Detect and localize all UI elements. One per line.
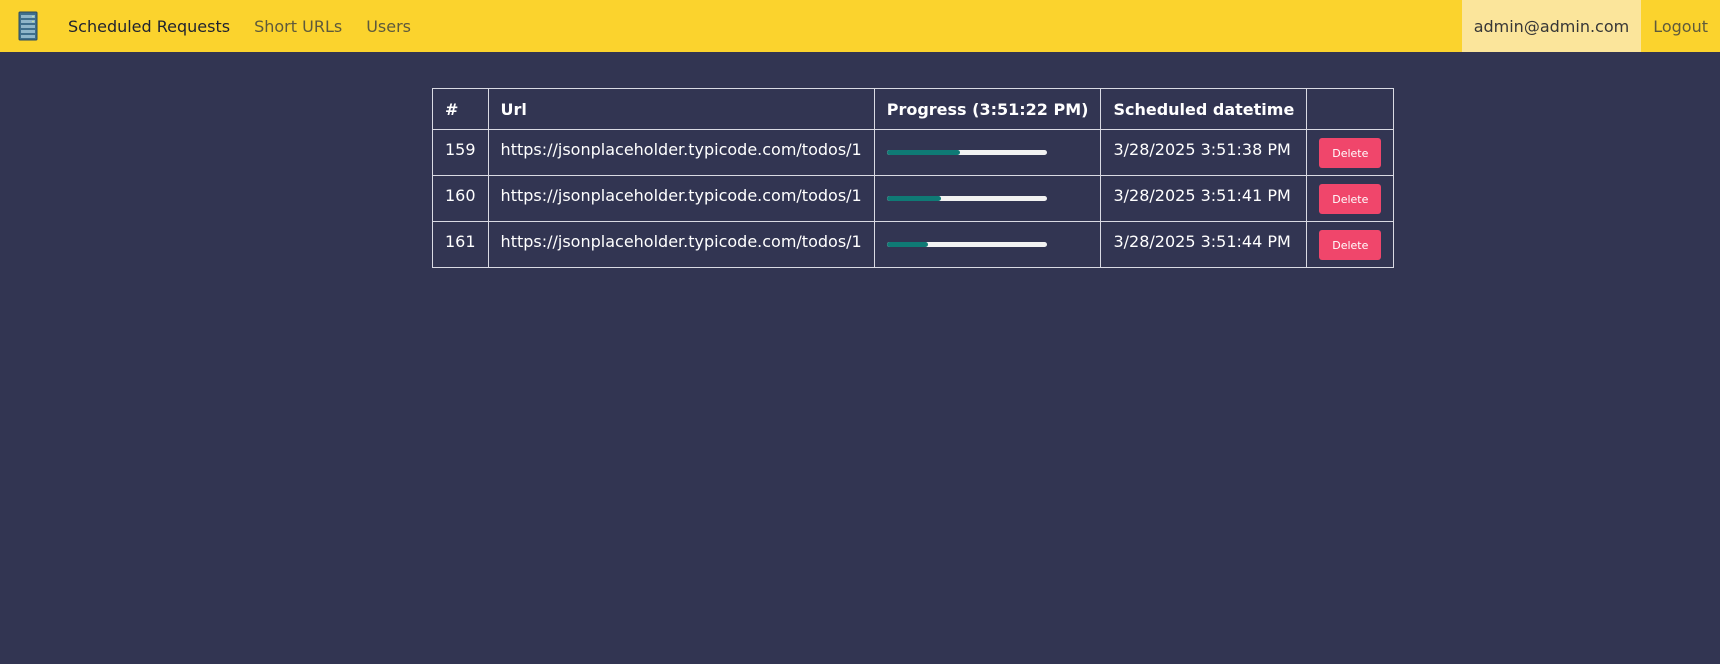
row-action-cell: Delete [1306,129,1395,176]
row-url: https://jsonplaceholder.typicode.com/tod… [487,221,875,268]
nav-users[interactable]: Users [354,0,423,52]
top-navbar: Scheduled Requests Short URLs Users admi… [0,0,1720,52]
row-id: 161 [432,221,489,268]
row-scheduled-datetime: 3/28/2025 3:51:41 PM [1100,175,1308,222]
scheduled-requests-table: # Url Progress (3:51:22 PM) Scheduled da… [432,88,1395,268]
table-row: 159 https://jsonplaceholder.typicode.com… [432,129,1395,176]
delete-button[interactable]: Delete [1319,184,1382,214]
row-scheduled-datetime: 3/28/2025 3:51:38 PM [1100,129,1308,176]
delete-button[interactable]: Delete [1319,230,1382,260]
server-rack-icon [18,11,38,41]
user-email[interactable]: admin@admin.com [1461,0,1642,52]
table-header-row: # Url Progress (3:51:22 PM) Scheduled da… [432,88,1395,130]
delete-button[interactable]: Delete [1319,138,1382,168]
row-progress-cell [873,175,1102,222]
header-progress: Progress (3:51:22 PM) [873,88,1102,130]
row-progress-cell [873,129,1102,176]
nav-short-urls[interactable]: Short URLs [242,0,354,52]
header-scheduled-datetime: Scheduled datetime [1100,88,1308,130]
header-url: Url [487,88,875,130]
scheduled-requests-table-wrap: # Url Progress (3:51:22 PM) Scheduled da… [432,88,1395,268]
nav-scheduled-requests[interactable]: Scheduled Requests [56,0,242,52]
progress-bar [886,150,1047,155]
row-id: 159 [432,129,489,176]
nav-links: Scheduled Requests Short URLs Users [56,0,423,52]
header-action [1306,88,1395,130]
progress-bar [886,196,1047,201]
table-row: 161 https://jsonplaceholder.typicode.com… [432,221,1395,268]
row-action-cell: Delete [1306,221,1395,268]
progress-fill [886,150,961,155]
table-row: 160 https://jsonplaceholder.typicode.com… [432,175,1395,222]
row-action-cell: Delete [1306,175,1395,222]
row-url: https://jsonplaceholder.typicode.com/tod… [487,129,875,176]
header-num: # [432,88,489,130]
progress-bar [886,242,1047,247]
row-url: https://jsonplaceholder.typicode.com/tod… [487,175,875,222]
brand-logo[interactable] [0,0,56,52]
row-progress-cell [873,221,1102,268]
progress-fill [886,196,942,201]
row-scheduled-datetime: 3/28/2025 3:51:44 PM [1100,221,1308,268]
progress-fill [886,242,929,247]
row-id: 160 [432,175,489,222]
logout-link[interactable]: Logout [1641,0,1720,52]
